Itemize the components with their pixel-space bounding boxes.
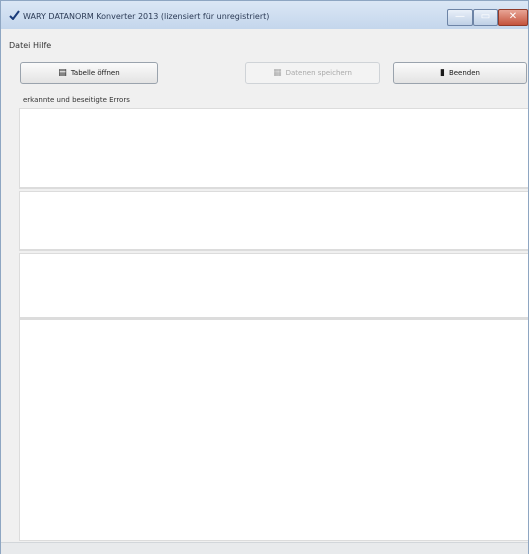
close-icon: ✕ — [508, 11, 518, 22]
minimize-button[interactable]: — — [447, 9, 473, 26]
save-data-button[interactable]: ▦ Datenen speichern — [245, 62, 380, 84]
quit-button[interactable]: ▮ Beenden — [393, 62, 527, 84]
menu-bar — [1, 29, 528, 49]
errors-caption: erkannte und beseitigte Errors — [23, 96, 130, 104]
app-window: WARY DATANORM Konverter 2013 (lizensiert… — [0, 0, 529, 554]
status-bar — [1, 542, 528, 554]
menu-hilfe[interactable]: Hilfe — [33, 41, 51, 50]
save-data-label: Datenen speichern — [285, 69, 352, 77]
quit-label: Beenden — [448, 69, 480, 77]
output-panel-2[interactable] — [19, 191, 528, 251]
output-panel-1[interactable] — [19, 108, 528, 189]
save-icon: ▦ — [273, 67, 282, 78]
close-button[interactable]: ✕ — [498, 9, 528, 26]
output-panel-4[interactable] — [19, 319, 528, 541]
maximize-icon: ▭ — [480, 11, 491, 22]
checkmark-icon — [9, 10, 20, 20]
door-exit-icon: ▮ — [440, 67, 445, 78]
table-icon: ▤ — [58, 67, 67, 78]
open-table-label: Tabelle öffnen — [70, 69, 120, 77]
maximize-button[interactable]: ▭ — [473, 9, 498, 26]
output-panel-3[interactable] — [19, 253, 528, 319]
window-title: WARY DATANORM Konverter 2013 (lizensiert… — [23, 12, 270, 21]
minimize-icon: — — [455, 11, 465, 22]
menu-datei[interactable]: Datei — [9, 41, 30, 50]
open-table-button[interactable]: ▤ Tabelle öffnen — [20, 62, 158, 84]
title-bar[interactable]: WARY DATANORM Konverter 2013 (lizensiert… — [1, 1, 528, 29]
